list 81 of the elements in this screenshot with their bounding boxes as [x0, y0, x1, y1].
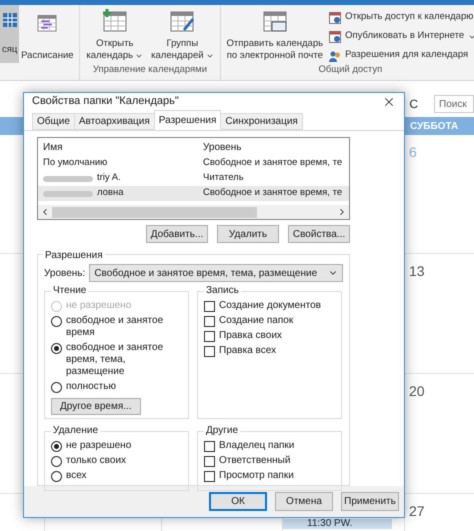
tab[interactable]: Разрешения — [154, 110, 222, 130]
checkbox[interactable] — [204, 316, 215, 326]
tab[interactable]: Синхронизация — [220, 113, 303, 130]
calendar-event[interactable]: 11:30 PW. — [283, 519, 392, 529]
calendar-icon — [169, 9, 196, 33]
radio-button[interactable] — [51, 471, 62, 482]
ribbon-button[interactable]: Открыть доступ к календарю — [329, 10, 474, 25]
list-button[interactable]: Удалить — [217, 225, 279, 243]
user-name: По умолчанию — [43, 156, 108, 170]
scrollbar-thumb[interactable] — [52, 206, 257, 218]
date-number: 13 — [409, 263, 425, 279]
people-icon — [329, 50, 342, 62]
checkbox[interactable] — [204, 440, 215, 452]
access-level: Свободное и занятое время, те — [203, 186, 344, 200]
ribbon-button[interactable]: Опубликовать в Интернете — [329, 29, 474, 44]
ribbon-button[interactable]: Отправить календарь по электронной почте — [224, 5, 326, 63]
radio-button[interactable] — [51, 343, 62, 354]
column-header[interactable]: Уровень — [203, 140, 344, 154]
option-label: Правка своих — [219, 330, 282, 342]
caret-icon — [206, 52, 214, 60]
day-letter: С — [409, 96, 418, 113]
user-name: ловна — [97, 186, 124, 200]
dialog-title: Свойства папки "Календарь" — [32, 94, 179, 110]
grid-icon — [2, 13, 17, 27]
level-label: Уровень: — [44, 266, 86, 280]
list-row[interactable]: По умолчанию Свободное и занятое время, те — [38, 156, 349, 171]
option-label: Правка всех — [219, 345, 276, 357]
checkbox[interactable] — [204, 470, 215, 482]
radio-button[interactable] — [51, 382, 62, 393]
ribbon-button[interactable]: Группы календарей — [149, 5, 216, 63]
list-button[interactable]: Свойства... — [288, 225, 350, 243]
radio-button[interactable] — [51, 456, 62, 467]
dialog-button[interactable]: ОК — [209, 492, 267, 511]
option-label: Создание документов — [219, 300, 321, 312]
list-button[interactable]: Добавить... — [146, 225, 208, 243]
option-label: Владелец папки — [219, 440, 294, 452]
view-button[interactable]: Расписание — [19, 5, 76, 63]
caret-icon — [135, 52, 144, 60]
option-label: всех — [66, 470, 87, 482]
access-level: Читатель — [203, 171, 245, 186]
level-dropdown[interactable]: Свободное и занятое время, тема, размещение — [89, 264, 343, 282]
checkbox[interactable] — [204, 300, 215, 312]
group-title: Другие — [204, 425, 240, 437]
column-header[interactable]: Имя — [43, 140, 203, 154]
checkbox[interactable] — [204, 456, 215, 466]
group-label: Общий доступ — [317, 63, 384, 77]
search-field[interactable]: Поиск — [434, 95, 474, 113]
access-level: Свободное и занятое время, те — [203, 156, 344, 170]
date-number: 20 — [409, 383, 425, 399]
view-button[interactable]: сяц — [0, 5, 20, 63]
other-time-button[interactable]: Другое время... — [51, 398, 141, 415]
date-number: 6 — [409, 144, 417, 160]
option-label: Просмотр папки — [219, 470, 294, 482]
option-label: только своих — [66, 455, 126, 467]
calendar-icon — [329, 12, 342, 24]
option-label: Ответственный — [219, 455, 290, 467]
checkbox[interactable] — [204, 346, 215, 356]
dialog-button[interactable]: Отмена — [275, 492, 333, 511]
date-number: 27 — [409, 503, 425, 519]
radio-button[interactable] — [51, 441, 62, 452]
tab[interactable]: Общие — [32, 113, 75, 130]
user-name: triy A. — [97, 171, 121, 186]
option-label: не разрешено — [66, 440, 132, 452]
option-label: Создание папок — [219, 315, 294, 327]
option-label: не разрешено — [66, 300, 132, 312]
calendar-icon — [329, 30, 342, 42]
group-title: Удаление — [51, 425, 100, 437]
list-row[interactable]: ловна Свободное и занятое время, те — [38, 186, 349, 201]
group-label: Управление календарями — [92, 63, 208, 77]
calendar-icon — [262, 9, 288, 33]
ribbon-button[interactable]: Открыть календарь — [84, 5, 146, 63]
option-label: полностью — [66, 381, 116, 393]
panel-title: Разрешения — [43, 248, 105, 263]
ribbon-button[interactable]: Разрешения для календаря — [329, 48, 474, 63]
calendar-icon — [102, 9, 128, 33]
radio-button[interactable] — [51, 316, 62, 327]
weekday-label: СУББОТА — [410, 120, 458, 134]
dialog-button[interactable]: Применить — [341, 492, 399, 511]
checkbox[interactable] — [204, 330, 215, 342]
list-row[interactable]: triy A. Читатель — [38, 171, 349, 186]
tab[interactable]: Автоархивация — [74, 113, 155, 130]
